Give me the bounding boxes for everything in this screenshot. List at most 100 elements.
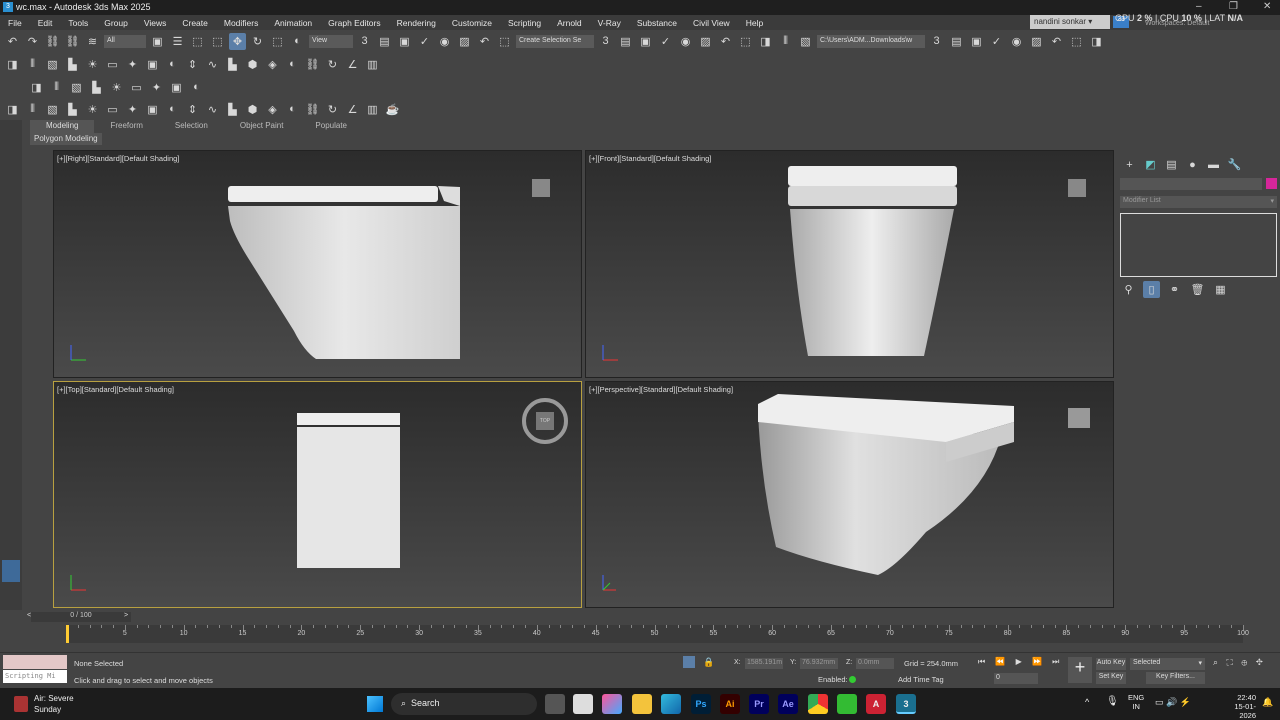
ribbon-tab-selection[interactable]: Selection [159,120,224,133]
motion-tab-icon[interactable]: ● [1184,156,1201,173]
civil-moon-icon[interactable]: ☀ [84,101,101,118]
after-effects-icon[interactable]: Ae [778,694,798,714]
redo-icon[interactable]: ↷ [24,33,41,50]
new-project-icon[interactable]: ▣ [968,33,985,50]
menu-help[interactable]: Help [738,18,771,28]
dope-sheet-icon[interactable]: ▨ [697,33,714,50]
object-name-field[interactable] [1120,178,1262,190]
key-filters-button[interactable]: Key Filters... [1146,672,1205,684]
civil-box-icon[interactable]: ◈ [264,101,281,118]
vray-ies-icon[interactable]: ▣ [144,56,161,73]
percent-snap-icon[interactable]: ▨ [456,33,473,50]
project-folder-icon[interactable]: 3 [928,33,945,50]
remove-modifier-icon[interactable]: 🗑 [1189,281,1206,298]
user-account-button[interactable]: nandini sonkar ▾ [1030,15,1110,29]
clock[interactable]: 22:40 15-01-2026 [1220,693,1256,720]
open-project-icon[interactable]: ▤ [948,33,965,50]
set-key-button[interactable]: Set Key [1096,672,1126,684]
time-slider[interactable]: 0 / 100 [31,612,131,622]
named-selection-set-dropdown[interactable]: Create Selection Se [516,34,594,48]
move-icon[interactable]: ✥ [229,32,246,50]
viewcube[interactable] [1056,408,1102,436]
menu-group[interactable]: Group [96,18,136,28]
modifier-list-dropdown[interactable]: Modifier List ▾ [1120,196,1277,208]
select-manipulate-icon[interactable]: ◐ [289,33,306,50]
unlink-icon[interactable]: ⛓ [64,33,81,50]
reference-coordinate-dropdown[interactable]: View [309,34,353,48]
angle-snap-icon[interactable]: ◉ [436,33,453,50]
arnold-sphere-icon[interactable]: ▧ [68,79,85,96]
curve-editor-icon[interactable]: ◉ [677,33,694,50]
vray-sun-icon[interactable]: ✦ [124,56,141,73]
restore-button[interactable]: ❐ [1229,1,1238,12]
make-unique-icon[interactable]: ⚭ [1166,281,1183,298]
language-indicator[interactable]: ENG IN [1128,693,1144,711]
autocad-icon[interactable]: A [866,694,886,714]
scale-icon[interactable]: ⬚ [269,33,286,50]
viewport-front[interactable]: [+][Front][Standard][Default Shading] [585,150,1114,378]
maxscript-mini-listener[interactable]: Scripting Mi [3,670,67,683]
arnold-grid-icon[interactable]: ▭ [128,79,145,96]
display-tab-icon[interactable]: ▬ [1205,156,1222,173]
viewcube-compass[interactable]: TOP [522,398,568,444]
snap-3d-icon[interactable]: ✓ [416,33,433,50]
selection-filter-dropdown[interactable]: All [104,34,146,48]
copilot-icon[interactable] [602,694,622,714]
vray-fur-icon[interactable]: ⇕ [184,56,201,73]
key-mode-dropdown[interactable]: Selected ▾ [1130,658,1205,670]
workspace-selector[interactable]: Workspaces: Default [1145,20,1209,27]
task-view-icon[interactable] [545,694,565,714]
bind-space-warp-icon[interactable]: ≋ [84,33,101,50]
check-icon[interactable]: ▨ [1028,33,1045,50]
ribbon-tab-populate[interactable]: Populate [299,120,363,133]
playback-controls[interactable]: ⏮ ⏪ ▶ ⏩ ⏭ [978,657,1063,667]
pin-stack-icon[interactable]: ⚲ [1120,281,1137,298]
pivot-icon[interactable]: 3 [356,33,373,50]
schematic-view-icon[interactable]: ↶ [717,33,734,50]
create-tab-icon[interactable]: + [1121,156,1138,173]
align-icon[interactable]: ▤ [617,33,634,50]
store-icon[interactable] [573,694,593,714]
civil-grid-icon[interactable]: ⛓ [304,101,321,118]
illustrator-icon[interactable]: Ai [720,694,740,714]
window-crossing-icon[interactable]: ⬚ [209,33,226,50]
material-editor-icon[interactable]: ⬚ [737,33,754,50]
arnold-render-icon[interactable]: ▙ [88,79,105,96]
menu-rendering[interactable]: Rendering [389,18,444,28]
render-icon[interactable]: ▧ [797,33,814,50]
undo-icon[interactable]: ↶ [4,33,21,50]
viewport-navigation-controls[interactable]: ⌕ ⛶ ⊕ ✥ [1213,657,1266,668]
civil-panel-icon[interactable]: ▣ [144,101,161,118]
set-key-big-button[interactable]: + [1068,657,1092,683]
vray-mtl-library-icon[interactable]: ↻ [324,56,341,73]
substance-2-icon[interactable]: ◨ [1088,33,1105,50]
notification-bell-icon[interactable]: 🔔 [1262,697,1273,708]
show-end-result-icon[interactable]: ▯ [1143,281,1160,298]
civil-gear2-icon[interactable]: ∠ [344,101,361,118]
menu-substance[interactable]: Substance [629,18,685,28]
timeline-playhead[interactable] [66,625,69,643]
vray-scene-icon[interactable]: ◈ [264,56,281,73]
viewport-layout-button[interactable] [2,560,20,582]
viewcube[interactable] [532,179,550,197]
project-settings-icon[interactable]: ✓ [988,33,1005,50]
project-path-dropdown[interactable]: C:\Users\ADM...Downloads\w [817,34,925,48]
ribbon-tab-freeform[interactable]: Freeform [94,120,158,133]
x-coordinate-field[interactable]: 1585.191m [745,658,783,669]
maxscript-listener-output[interactable] [3,655,67,669]
viewport-perspective[interactable]: [+][Perspective][Standard][Default Shadi… [585,381,1114,608]
green-app-icon[interactable] [837,694,857,714]
current-frame-field[interactable]: 0 [994,673,1038,684]
vray-dome-icon[interactable]: ☀ [84,56,101,73]
enabled-indicator-icon[interactable] [849,676,856,683]
keyboard-shortcut-icon[interactable]: ▣ [396,33,413,50]
menu-customize[interactable]: Customize [444,18,500,28]
viewcube-top-face[interactable]: TOP [536,412,554,430]
auto-key-button[interactable]: Auto Key [1096,658,1126,670]
civil-settings-icon[interactable]: ⫴ [24,101,41,118]
viewport-top[interactable]: [+][Top][Standard][Default Shading] TOP [53,381,582,608]
civil-icon[interactable]: ◨ [4,101,21,118]
network-volume-battery-icons[interactable]: ▭ 🔊 ⚡ [1155,697,1191,708]
lock-selection-icon[interactable]: 🔒 [703,657,714,668]
vray-teapot-icon[interactable]: ◨ [4,56,21,73]
